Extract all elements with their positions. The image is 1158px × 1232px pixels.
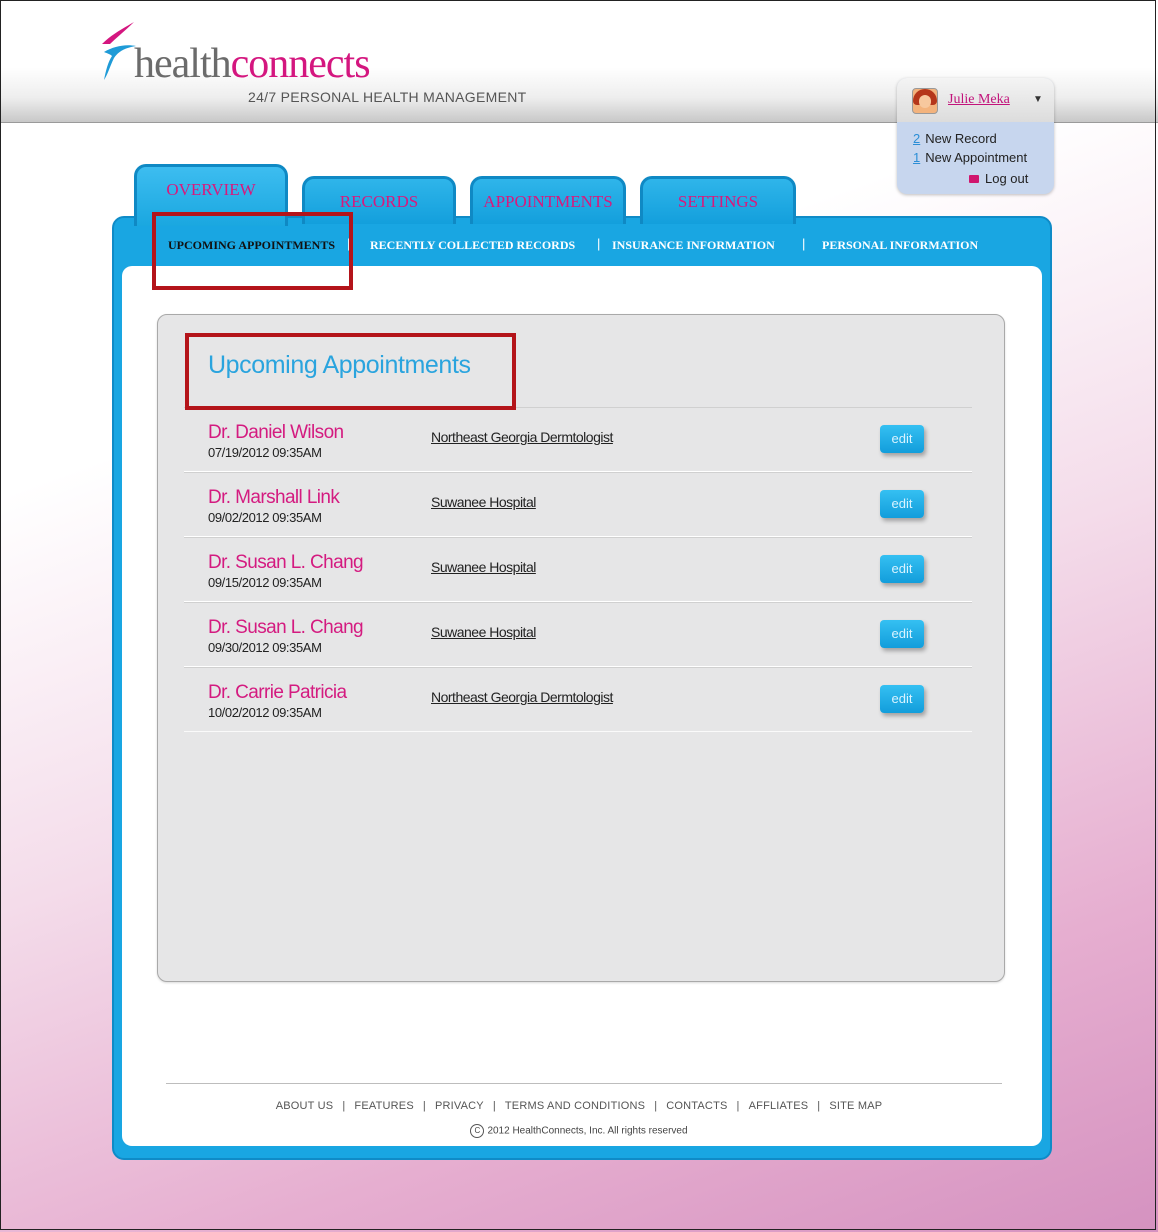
appointment-row: Dr. Carrie Patricia 10/02/2012 09:35AM N… [184, 667, 972, 732]
appointment-row: Dr. Susan L. Chang 09/30/2012 09:35AM Su… [184, 602, 972, 667]
appointment-datetime: 09/02/2012 09:35AM [208, 510, 322, 525]
location-link[interactable]: Suwanee Hospital [431, 559, 536, 575]
footer-link-affliates[interactable]: AFFLIATES [749, 1100, 809, 1112]
subnav-recently-collected-records[interactable]: RECENTLY COLLECTED RECORDS [370, 238, 575, 253]
footer-link-site-map[interactable]: SITE MAP [829, 1100, 882, 1112]
logout-link[interactable]: Log out [969, 171, 1028, 186]
edit-button[interactable]: edit [880, 425, 924, 453]
footer-link-contacts[interactable]: CONTACTS [666, 1100, 727, 1112]
footer-divider [166, 1083, 1002, 1084]
highlight-box-title [185, 333, 516, 410]
doctor-name: Dr. Carrie Patricia [208, 682, 347, 703]
location-link[interactable]: Suwanee Hospital [431, 494, 536, 510]
avatar-icon [912, 88, 938, 114]
footer-link-terms[interactable]: TERMS AND CONDITIONS [505, 1100, 645, 1112]
edit-button[interactable]: edit [880, 620, 924, 648]
appointment-datetime: 07/19/2012 09:35AM [208, 445, 322, 460]
copyright-text: C 2012 HealthConnects, Inc. All rights re… [0, 1124, 1158, 1138]
copyright-icon: C [470, 1124, 485, 1138]
doctor-name: Dr. Daniel Wilson [208, 422, 344, 443]
logo-word-connects: connects [230, 41, 371, 87]
subnav-insurance-information[interactable]: INSURANCE INFORMATION [612, 238, 775, 253]
user-name-link[interactable]: Julie Meka [948, 92, 1010, 108]
doctor-name: Dr. Susan L. Chang [208, 617, 364, 638]
appointment-datetime: 09/30/2012 09:35AM [208, 640, 322, 655]
user-menu-header[interactable]: Julie Meka ▼ [897, 78, 1054, 122]
footer-link-about-us[interactable]: ABOUT US [276, 1100, 334, 1112]
appointment-datetime: 09/15/2012 09:35AM [208, 575, 322, 590]
appointment-datetime: 10/02/2012 09:35AM [208, 705, 322, 720]
appointment-row: Dr. Marshall Link 09/02/2012 09:35AM Suw… [184, 472, 972, 537]
appointments-list: Dr. Daniel Wilson 07/19/2012 09:35AM Nor… [184, 407, 972, 732]
footer-links: ABOUT US | FEATURES | PRIVACY | TERMS AND COND… [275, 1100, 883, 1112]
chevron-down-icon[interactable]: ▼ [1033, 94, 1043, 105]
footer-link-privacy[interactable]: PRIVACY [435, 1100, 484, 1112]
logo-word-health: health [134, 41, 232, 87]
footer-link-features[interactable]: FEATURES [354, 1100, 413, 1112]
notification-new-appointment[interactable]: 1 New Appointment [913, 150, 1027, 165]
location-link[interactable]: Northeast Georgia Dermtologist [431, 689, 613, 705]
logo-wordmark: healthconnects [134, 40, 371, 88]
location-link[interactable]: Suwanee Hospital [431, 624, 536, 640]
appointment-row: Dr. Daniel Wilson 07/19/2012 09:35AM Nor… [184, 407, 972, 472]
edit-button[interactable]: edit [880, 555, 924, 583]
highlight-box-subnav [152, 212, 353, 290]
appointment-row: Dr. Susan L. Chang 09/15/2012 09:35AM Su… [184, 537, 972, 602]
doctor-name: Dr. Susan L. Chang [208, 552, 364, 573]
subnav-personal-information[interactable]: PERSONAL INFORMATION [822, 238, 978, 253]
doctor-name: Dr. Marshall Link [208, 487, 340, 508]
location-link[interactable]: Northeast Georgia Dermtologist [431, 429, 613, 445]
lock-icon [969, 175, 979, 183]
tab-appointments[interactable]: APPOINTMENTS [470, 176, 626, 224]
appointments-panel: Upcoming Appointments Dr. Daniel Wilson … [157, 314, 1005, 982]
notification-new-record[interactable]: 2 New Record [913, 131, 997, 146]
edit-button[interactable]: edit [880, 490, 924, 518]
user-menu: Julie Meka ▼ 2 New Record 1 New Appointmen… [897, 78, 1054, 194]
tagline: 24/7 PERSONAL HEALTH MANAGEMENT [248, 89, 527, 105]
edit-button[interactable]: edit [880, 685, 924, 713]
tab-settings[interactable]: SETTINGS [640, 176, 796, 224]
